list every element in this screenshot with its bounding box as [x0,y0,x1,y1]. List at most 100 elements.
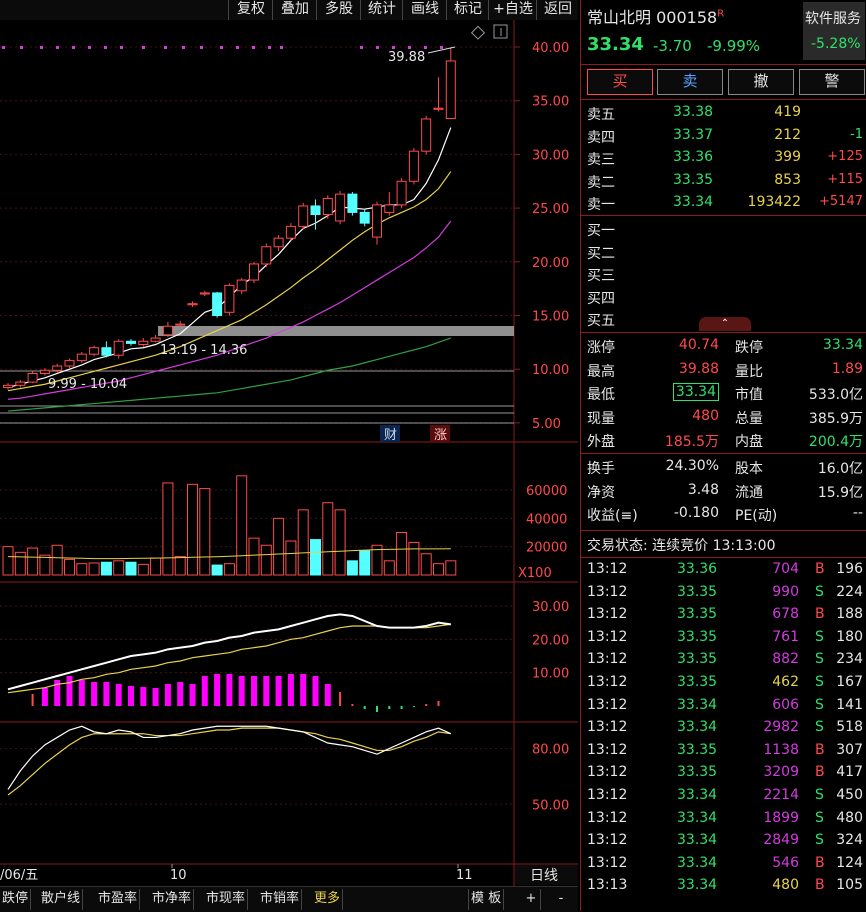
tick-row[interactable]: 13:12 33.35 3209 B 417 [581,762,866,785]
toolbar-fuquan-button[interactable]: 复权 [228,0,273,20]
tick-row[interactable]: 13:12 33.34 546 B 124 [581,853,866,876]
tick-count: 196 [836,561,863,577]
limit-dot [120,46,123,49]
candle-body [39,369,50,374]
toolbar-overlay-button[interactable]: 叠加 [272,0,317,20]
volume-bar [39,554,51,576]
stat-value: 3.48 [687,481,719,498]
trade-status: 交易状态: 连续竞价 13:13:00 [587,538,776,554]
toolbar-back-button[interactable]: 返回 [536,0,579,20]
candle-body [187,303,198,306]
tick-time: 13:13 [587,877,628,894]
tick-row[interactable]: 13:12 33.34 2982 S 518 [581,717,866,740]
tick-row[interactable]: 13:12 33.35 990 S 224 [581,582,866,605]
toolbar-draw-button[interactable]: 画线 [402,0,447,20]
zoom-in-button[interactable]: + [522,889,541,910]
toolbar-stats-button[interactable]: 统计 [360,0,403,20]
tab-pe[interactable]: 市盈率 [96,889,141,910]
limit-dot [2,46,5,49]
tab-limit-down[interactable]: 跌停 [0,889,32,910]
ask-label: 卖五 [587,107,615,123]
toolbar-watchlist-button[interactable]: +自选 [488,0,537,20]
bid-row[interactable]: 买三 [581,263,866,286]
macd-tick-label: 30.00 [532,600,569,615]
limit-dot [236,46,239,49]
tab-more[interactable]: 更多 [312,889,344,910]
macd-histogram-bar [189,684,196,706]
tick-row[interactable]: 13:12 33.35 678 B 188 [581,604,866,627]
ask-row[interactable]: 卖一 33.34 193422 +5147 [581,192,866,215]
tab-pcf[interactable]: 市现率 [204,889,249,910]
buy-button[interactable]: 买 [587,69,653,95]
tick-row[interactable]: 13:12 33.34 606 S 141 [581,695,866,718]
ask-row[interactable]: 卖二 33.35 853 +115 [581,170,866,193]
tick-row[interactable]: 13:12 33.34 1899 S 480 [581,808,866,831]
bid-row[interactable]: 买四 [581,286,866,309]
tick-row[interactable]: 13:12 33.36 704 B 196 [581,559,866,582]
macd-histogram-bar [363,706,366,709]
tick-side: S [815,719,824,736]
alert-button[interactable]: 警 [799,69,865,95]
ask-row[interactable]: 卖三 33.36 399 +125 [581,147,866,170]
tick-row[interactable]: 13:12 33.35 761 S 180 [581,627,866,650]
tick-volume: 704 [772,561,799,577]
tick-row[interactable]: 13:12 33.34 2214 S 450 [581,785,866,808]
sector-box[interactable]: 软件服务 -5.28% [803,2,865,60]
tick-row[interactable]: 13:13 33.34 480 B 105 [581,875,866,898]
ask-price: 33.38 [673,104,714,120]
volume-bar [174,556,186,576]
tick-row[interactable]: 13:12 33.35 882 S 234 [581,649,866,672]
price-tick-label: 20.00 [532,256,569,271]
tick-price: 33.34 [677,854,718,871]
template-button[interactable]: 模 板 [468,889,505,910]
ask-row[interactable]: 卖四 33.37 212 -1 [581,125,866,148]
limit-dot [88,46,91,49]
tab-ps[interactable]: 市销率 [258,889,303,910]
sell-button[interactable]: 卖 [657,69,723,95]
toolbar-multistock-button[interactable]: 多股 [316,0,361,20]
tick-count: 234 [836,651,863,668]
macd-histogram-bar [152,688,159,706]
tick-row[interactable]: 13:12 33.35 1138 B 307 [581,740,866,763]
bid-row[interactable]: 买二 [581,241,866,264]
tab-retail-line[interactable]: 散户线 [39,889,84,910]
tick-side: B [815,741,825,758]
period-selector[interactable]: 日线 [530,868,558,884]
volume-bar [223,563,235,576]
zoom-out-button[interactable]: - [552,889,570,910]
macd-histogram-bar [388,706,391,709]
tick-volume: 761 [772,628,799,645]
volume-bar [88,562,100,576]
candle-body [175,323,186,326]
tick-row[interactable]: 13:12 33.35 462 S 167 [581,672,866,695]
tick-row[interactable]: 13:12 33.34 2849 S 324 [581,830,866,853]
ask-volume: 419 [774,104,801,120]
candle-body [335,193,346,222]
high-price-label: 39.88 [388,50,425,65]
ask-change: +115 [827,171,863,187]
tick-side: B [815,561,825,577]
support-zone-bar [158,326,514,336]
ask-label: 卖四 [587,129,615,146]
tick-time: 13:12 [587,674,628,690]
toolbar-mark-button[interactable]: 标记 [446,0,489,20]
ask-volume: 193422 [747,194,801,211]
candle-body [261,246,272,265]
volume-bar [76,563,88,576]
tick-time: 13:12 [587,696,628,713]
chevron-up-icon[interactable]: ⌃ [699,317,751,331]
ask-label: 卖一 [587,197,615,214]
cancel-button[interactable]: 撤 [728,69,794,95]
bid-row[interactable]: 买一 [581,218,866,241]
macd-histogram-bar [214,674,221,706]
macd-histogram-bar [425,704,428,706]
tab-pb[interactable]: 市净率 [150,889,195,910]
macd-histogram-bar [312,676,319,706]
limit-up-label: 涨 [434,428,447,443]
macd-histogram-bar [251,676,257,706]
ask-row[interactable]: 卖五 33.38 419 [581,102,866,125]
kline-chart[interactable]: 40.0035.0030.0025.0020.0015.0010.005.00 … [0,20,578,886]
tick-side: S [815,696,824,713]
candle-body [224,284,235,313]
macd-histogram-bar [238,676,245,706]
